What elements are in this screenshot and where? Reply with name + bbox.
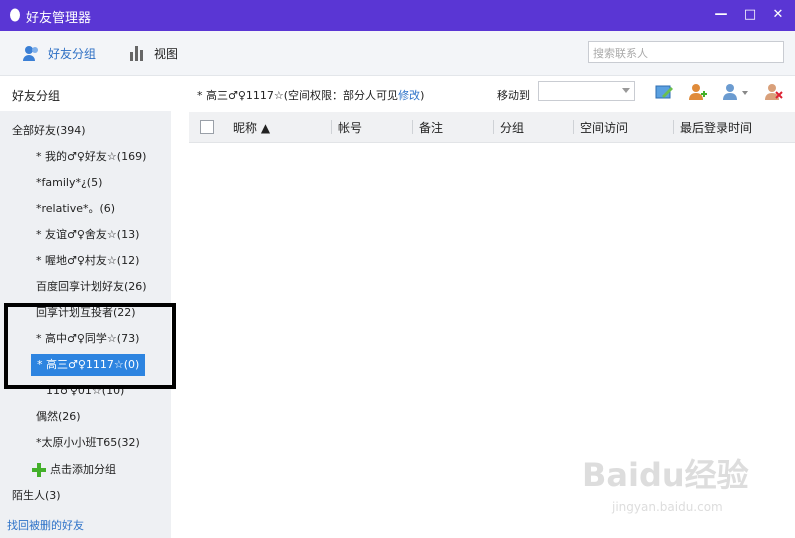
group-item[interactable]: *relative*。(6) <box>36 198 115 220</box>
close-button[interactable]: ✕ <box>768 6 788 24</box>
title-bar: 好友管理器 — □ ✕ <box>0 0 795 31</box>
edit-card-icon[interactable] <box>654 82 674 102</box>
group-item[interactable]: 百度回享计划好友(26) <box>36 276 147 298</box>
add-group-label: 点击添加分组 <box>50 463 116 476</box>
recover-deleted-link[interactable]: 找回被删的好友 <box>7 517 84 533</box>
group-item[interactable]: * 我的♂♀好友☆(169) <box>36 146 146 168</box>
modify-link[interactable]: 修改 <box>398 89 420 102</box>
group-item[interactable]: *太原小小班T65(32) <box>36 432 140 454</box>
group-info-prefix: * 高三♂♀1117☆(空间权限：部分人可见 <box>197 89 399 102</box>
maximize-button[interactable]: □ <box>740 6 760 24</box>
delete-friend-icon[interactable] <box>764 82 784 102</box>
friend-table-header: 昵称 ▲ 帐号 备注 分组 空间访问 最后登录时间 <box>189 112 795 143</box>
all-friends-item[interactable]: 全部好友(394) <box>12 120 86 142</box>
penguin-logo-icon <box>10 8 20 22</box>
column-divider <box>673 120 674 134</box>
col-remark[interactable]: 备注 <box>419 119 443 136</box>
group-item[interactable]: * 高三♂♀1117☆(0) <box>31 354 145 376</box>
group-item[interactable]: * 喔地♂♀村友☆(12) <box>36 250 139 272</box>
add-friend-icon[interactable] <box>688 82 708 102</box>
group-info-text: * 高三♂♀1117☆(空间权限：部分人可见修改) <box>197 87 424 103</box>
contacts-icon <box>23 46 38 61</box>
baidu-watermark-url: jingyan.baidu.com <box>612 500 723 514</box>
group-item[interactable]: 偶然(26) <box>36 406 81 428</box>
groups-tab-label: 好友分组 <box>48 46 97 61</box>
col-space-visit[interactable]: 空间访问 <box>580 119 628 136</box>
select-all-checkbox[interactable] <box>200 120 214 134</box>
strangers-item[interactable]: 陌生人(3) <box>12 485 61 507</box>
sidebar-header-label: 好友分组 <box>12 89 61 103</box>
column-divider <box>493 120 494 134</box>
view-tab[interactable]: 视图 <box>128 44 178 62</box>
plus-icon <box>32 463 46 477</box>
group-item[interactable]: 11♂♀01☆(10) <box>46 380 124 402</box>
column-divider <box>331 120 332 134</box>
groups-tab[interactable]: 好友分组 <box>22 44 96 62</box>
group-item[interactable]: *family*¿(5) <box>36 172 102 194</box>
column-divider <box>412 120 413 134</box>
search-input[interactable]: 搜索联系人 <box>588 41 784 63</box>
group-item[interactable]: * 高中♂♀同学☆(73) <box>36 328 139 350</box>
group-info-bar: * 高三♂♀1117☆(空间权限：部分人可见修改) 移动到 <box>171 76 795 111</box>
move-to-select[interactable] <box>538 81 635 101</box>
bar-chart-icon <box>130 46 143 61</box>
group-item[interactable]: 回享计划互投者(22) <box>36 302 136 324</box>
sidebar-header: 好友分组 <box>0 76 171 111</box>
col-last-login[interactable]: 最后登录时间 <box>680 119 752 136</box>
col-group[interactable]: 分组 <box>500 119 524 136</box>
move-to-label: 移动到 <box>497 89 530 102</box>
friend-settings-icon[interactable] <box>722 82 750 102</box>
window-title: 好友管理器 <box>26 11 92 26</box>
group-item[interactable]: * 友谊♂♀舍友☆(13) <box>36 224 139 246</box>
chevron-down-icon <box>622 88 630 93</box>
baidu-watermark: Baidu经验 <box>582 456 749 494</box>
group-info-suffix: ) <box>420 89 425 102</box>
toolbar: 好友分组 视图 搜索联系人 <box>0 31 795 76</box>
col-account[interactable]: 帐号 <box>338 119 362 136</box>
add-group-button[interactable]: 点击添加分组 <box>32 459 116 481</box>
col-nickname[interactable]: 昵称 ▲ <box>233 119 270 136</box>
view-tab-label: 视图 <box>154 46 179 61</box>
minimize-button[interactable]: — <box>711 6 731 24</box>
column-divider <box>573 120 574 134</box>
